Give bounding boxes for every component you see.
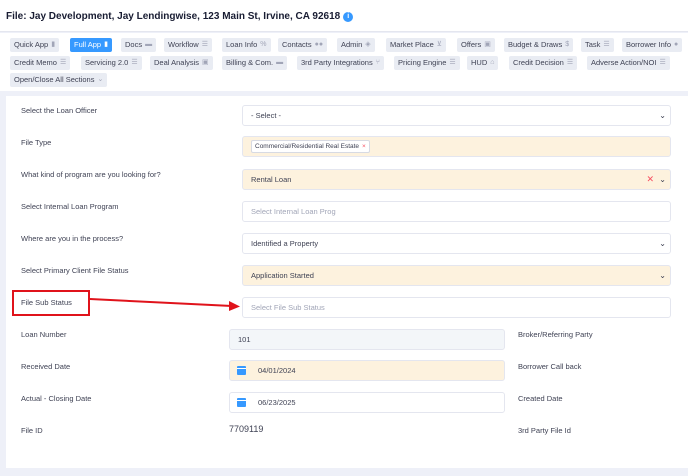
info-icon[interactable]: i (343, 12, 354, 22)
closing-date-input[interactable]: 06/23/2025 (229, 392, 505, 413)
home-icon: ⌂ (490, 59, 495, 66)
calendar-icon[interactable] (230, 361, 252, 380)
chevron-down-icon: ⌄ (659, 111, 666, 120)
program-select[interactable]: Rental Loan ✕ ⌄ (242, 169, 671, 190)
remove-chip-icon[interactable]: × (362, 143, 366, 150)
loan-officer-select[interactable]: - Select - ⌄ (242, 105, 671, 126)
process-label: Where are you in the process? (21, 234, 124, 243)
tab-borrower-info[interactable]: Borrower Info ● (622, 38, 683, 52)
tab-admin[interactable]: Admin ◈ (337, 38, 375, 52)
file-type-label: File Type (21, 138, 52, 147)
tab-full-app[interactable]: Full App ▮ (70, 38, 112, 52)
page-bottom (0, 468, 688, 476)
branch-icon: ⑂ (375, 59, 380, 66)
list-icon: ☰ (603, 41, 610, 48)
list-icon: ☰ (59, 59, 67, 66)
calendar-icon[interactable] (230, 393, 252, 412)
primary-status-select[interactable]: Application Started ⌄ (242, 265, 671, 286)
open-close-sections-button[interactable]: Open/Close All Sections ⌄ (10, 73, 108, 87)
loan-number-label: Loan Number (21, 330, 67, 339)
list-icon: ☰ (566, 59, 574, 66)
chevron-down-icon: ⌄ (659, 271, 666, 280)
tab-budget-draws[interactable]: Budget & Draws $ (504, 38, 574, 52)
tab-offers[interactable]: Offers ▣ (457, 38, 495, 52)
tab-billing[interactable]: Billing & Com. ▬ (222, 56, 288, 70)
file-title: File: Jay Development, Jay Lendingwise, … (6, 11, 354, 22)
chevron-down-icon: ⌄ (659, 175, 666, 184)
tab-credit-decision[interactable]: Credit Decision ☰ (509, 56, 578, 70)
third-party-file-id-label: 3rd Party File Id (518, 426, 571, 435)
list-icon: ☰ (201, 41, 208, 48)
chevron-down-icon: ⌄ (97, 76, 104, 83)
file-type-chip: Commercial/Residential Real Estate × (251, 140, 370, 153)
file-type-multiselect[interactable]: Commercial/Residential Real Estate × (242, 136, 671, 157)
closing-date-label: Actual - Closing Date (21, 394, 92, 403)
broker-label: Broker/Referring Party (518, 330, 593, 339)
loan-number-input[interactable]: 101 (229, 329, 505, 350)
sub-status-input[interactable]: Select File Sub Status (242, 297, 671, 318)
list-icon: ☰ (659, 59, 666, 66)
clear-icon[interactable]: ✕ (646, 170, 654, 189)
file-id-value: 7709119 (229, 424, 264, 434)
tab-deal-analysis[interactable]: Deal Analysis ▣ (150, 56, 213, 70)
tab-docs[interactable]: Docs ▬ (121, 38, 157, 52)
internal-program-label: Select Internal Loan Program (21, 202, 119, 211)
tab-pricing-engine[interactable]: Pricing Engine ☰ (394, 56, 460, 70)
dollar-icon: $ (565, 41, 570, 48)
internal-program-input[interactable]: Select Internal Loan Prog (242, 201, 671, 222)
file-header: File: Jay Development, Jay Lendingwise, … (0, 0, 688, 32)
tab-bar: Quick App ▮ Full App ▮ Docs ▬ Workflow ☰ Loa… (0, 33, 688, 91)
percent-icon: % (260, 41, 267, 48)
primary-status-label: Select Primary Client File Status (21, 266, 129, 275)
gift-icon: ▣ (484, 41, 491, 48)
user-icon: ● (674, 41, 679, 48)
created-date-label: Created Date (518, 394, 563, 403)
file-icon: ▮ (104, 41, 108, 48)
received-date-input[interactable]: 04/01/2024 (229, 360, 505, 381)
users-icon: ●● (314, 41, 324, 48)
tab-workflow[interactable]: Workflow ☰ (164, 38, 212, 52)
borrower-callback-label: Borrower Call back (518, 362, 582, 371)
shield-icon: ◈ (365, 41, 371, 48)
tab-contacts[interactable]: Contacts ●● (278, 38, 328, 52)
tab-adverse-action[interactable]: Adverse Action/NOI ☰ (587, 56, 670, 70)
tab-loan-info[interactable]: Loan Info% (222, 38, 271, 52)
list-icon: ☰ (449, 59, 456, 66)
card-icon: ▬ (276, 59, 284, 66)
tab-market-place[interactable]: Market Place ⊻ (386, 38, 446, 52)
tab-credit-memo[interactable]: Credit Memo ☰ (10, 56, 71, 70)
folder-icon: ▬ (145, 41, 153, 48)
file-icon: ▮ (51, 41, 56, 48)
chevron-down-icon: ⌄ (659, 239, 666, 248)
process-select[interactable]: Identified a Property ⌄ (242, 233, 671, 254)
annotation-highlight-box (12, 290, 90, 316)
cart-icon: ⊻ (436, 41, 442, 48)
loan-officer-label: Select the Loan Officer (21, 106, 98, 115)
received-date-label: Received Date (21, 362, 71, 371)
tab-hud[interactable]: HUD ⌂ (467, 56, 499, 70)
tab-quick-app[interactable]: Quick App ▮ (10, 38, 60, 52)
program-label: What kind of program are you looking for… (21, 170, 161, 179)
list-icon: ☰ (131, 59, 138, 66)
tab-task[interactable]: Task ☰ (581, 38, 614, 52)
tab-servicing[interactable]: Servicing 2.0 ☰ (81, 56, 142, 70)
annotation-arrow (90, 298, 240, 311)
gift-icon: ▣ (202, 59, 209, 66)
file-id-label: File ID (21, 426, 43, 435)
tab-3rd-party-integrations[interactable]: 3rd Party Integrations ⑂ (297, 56, 384, 70)
